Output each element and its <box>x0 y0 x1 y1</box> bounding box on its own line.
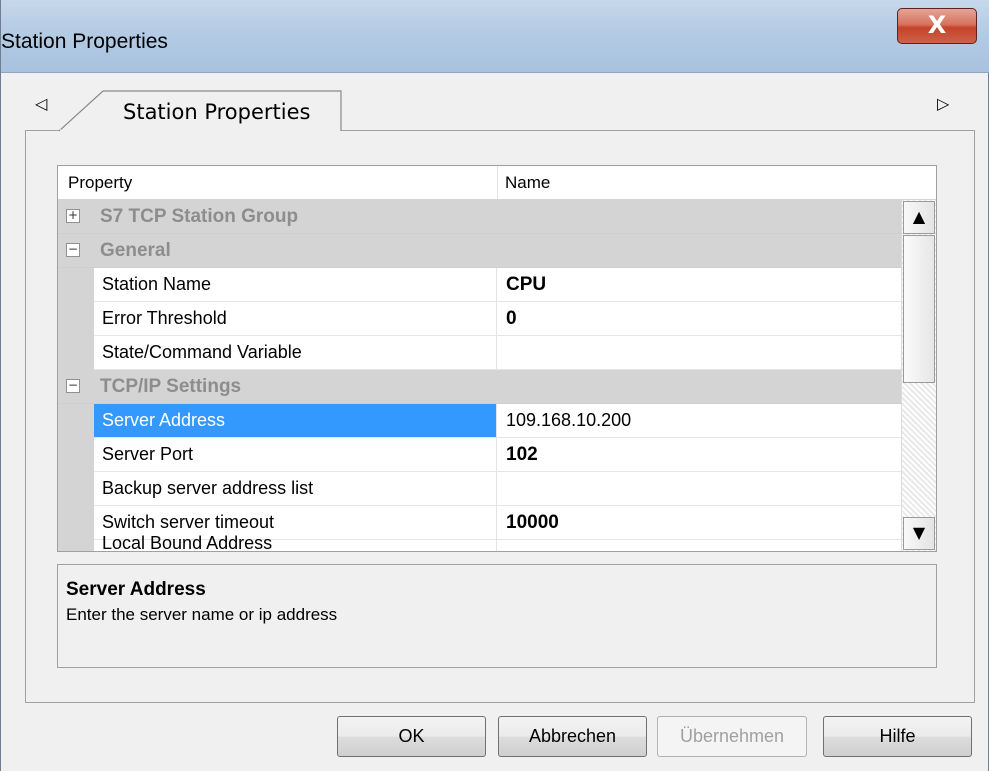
row-gutter <box>58 438 94 472</box>
category-row-general[interactable]: − General <box>58 234 901 268</box>
column-divider[interactable] <box>497 166 498 199</box>
scroll-up-button[interactable]: ▲ <box>903 201 935 234</box>
station-properties-window: Station Properties X ◁ ▷ Station Propert… <box>0 0 989 771</box>
close-icon: X <box>927 11 947 39</box>
row-gutter <box>58 336 94 370</box>
tab-scroll-left-icon[interactable]: ◁ <box>35 94 47 113</box>
property-row-local-bound-address[interactable]: Local Bound Address <box>58 527 901 551</box>
cancel-button[interactable]: Abbrechen <box>498 716 647 757</box>
ok-button[interactable]: OK <box>337 716 486 757</box>
description-panel: Server Address Enter the server name or … <box>57 564 937 668</box>
property-name[interactable]: Server Port <box>94 438 497 471</box>
row-gutter <box>58 268 94 302</box>
collapse-minus-icon[interactable]: − <box>66 243 80 257</box>
property-row-server-port[interactable]: Server Port 102 <box>58 438 901 472</box>
column-header-name[interactable]: Name <box>505 173 550 193</box>
property-grid[interactable]: Property Name + S7 TCP Station Group − G… <box>57 165 937 552</box>
grid-rows: + S7 TCP Station Group − General Station… <box>58 200 901 551</box>
grid-header: Property Name <box>58 166 936 200</box>
property-name[interactable]: Error Threshold <box>94 302 497 335</box>
tab-label: Station Properties <box>123 100 311 124</box>
category-label: TCP/IP Settings <box>100 376 242 397</box>
expand-plus-icon[interactable]: + <box>66 209 80 223</box>
column-header-property[interactable]: Property <box>68 173 132 193</box>
property-value[interactable] <box>498 472 901 505</box>
arrow-down-icon: ▼ <box>912 523 926 542</box>
property-row-backup-server-address-list[interactable]: Backup server address list <box>58 472 901 506</box>
property-name[interactable]: Backup server address list <box>94 472 497 505</box>
description-title: Server Address <box>66 579 206 600</box>
apply-button[interactable]: Übernehmen <box>657 716 807 757</box>
category-label: S7 TCP Station Group <box>100 206 299 227</box>
title-bar[interactable]: Station Properties X <box>1 0 989 73</box>
scroll-thumb[interactable] <box>903 235 935 383</box>
tab-scroll-right-icon[interactable]: ▷ <box>937 94 949 113</box>
row-gutter <box>58 506 94 540</box>
property-name[interactable]: Server Address <box>94 404 497 437</box>
row-gutter <box>58 540 94 551</box>
vertical-scrollbar[interactable]: ▲ ▼ <box>901 200 936 551</box>
category-label: General <box>100 240 171 261</box>
property-value[interactable] <box>498 540 901 551</box>
help-button[interactable]: Hilfe <box>823 716 972 757</box>
row-gutter <box>58 302 94 336</box>
property-row-error-threshold[interactable]: Error Threshold 0 <box>58 302 901 336</box>
property-value[interactable]: CPU <box>498 268 901 301</box>
property-name[interactable]: Local Bound Address <box>94 527 497 551</box>
category-row-tcp-ip-settings[interactable]: − TCP/IP Settings <box>58 370 901 404</box>
property-name[interactable]: Station Name <box>94 268 497 301</box>
property-value[interactable]: 109.168.10.200 <box>498 404 901 437</box>
description-text: Enter the server name or ip address <box>66 605 338 624</box>
category-row-s7-tcp-station-group[interactable]: + S7 TCP Station Group <box>58 200 901 234</box>
property-row-server-address[interactable]: Server Address 109.168.10.200 <box>58 404 901 438</box>
property-name[interactable]: State/Command Variable <box>94 336 497 369</box>
close-button[interactable]: X <box>897 8 977 44</box>
property-value[interactable]: 0 <box>498 302 901 335</box>
row-gutter <box>58 404 94 438</box>
property-value[interactable]: 10000 <box>498 506 901 539</box>
property-value[interactable]: 102 <box>498 438 901 471</box>
collapse-minus-icon[interactable]: − <box>66 379 80 393</box>
property-row-state-command-variable[interactable]: State/Command Variable <box>58 336 901 370</box>
property-value[interactable] <box>498 336 901 369</box>
window-title: Station Properties <box>1 30 168 53</box>
tab-station-properties[interactable]: Station Properties <box>59 90 342 132</box>
row-gutter <box>58 472 94 506</box>
arrow-up-icon: ▲ <box>912 207 926 226</box>
scroll-down-button[interactable]: ▼ <box>903 517 935 550</box>
property-row-station-name[interactable]: Station Name CPU <box>58 268 901 302</box>
